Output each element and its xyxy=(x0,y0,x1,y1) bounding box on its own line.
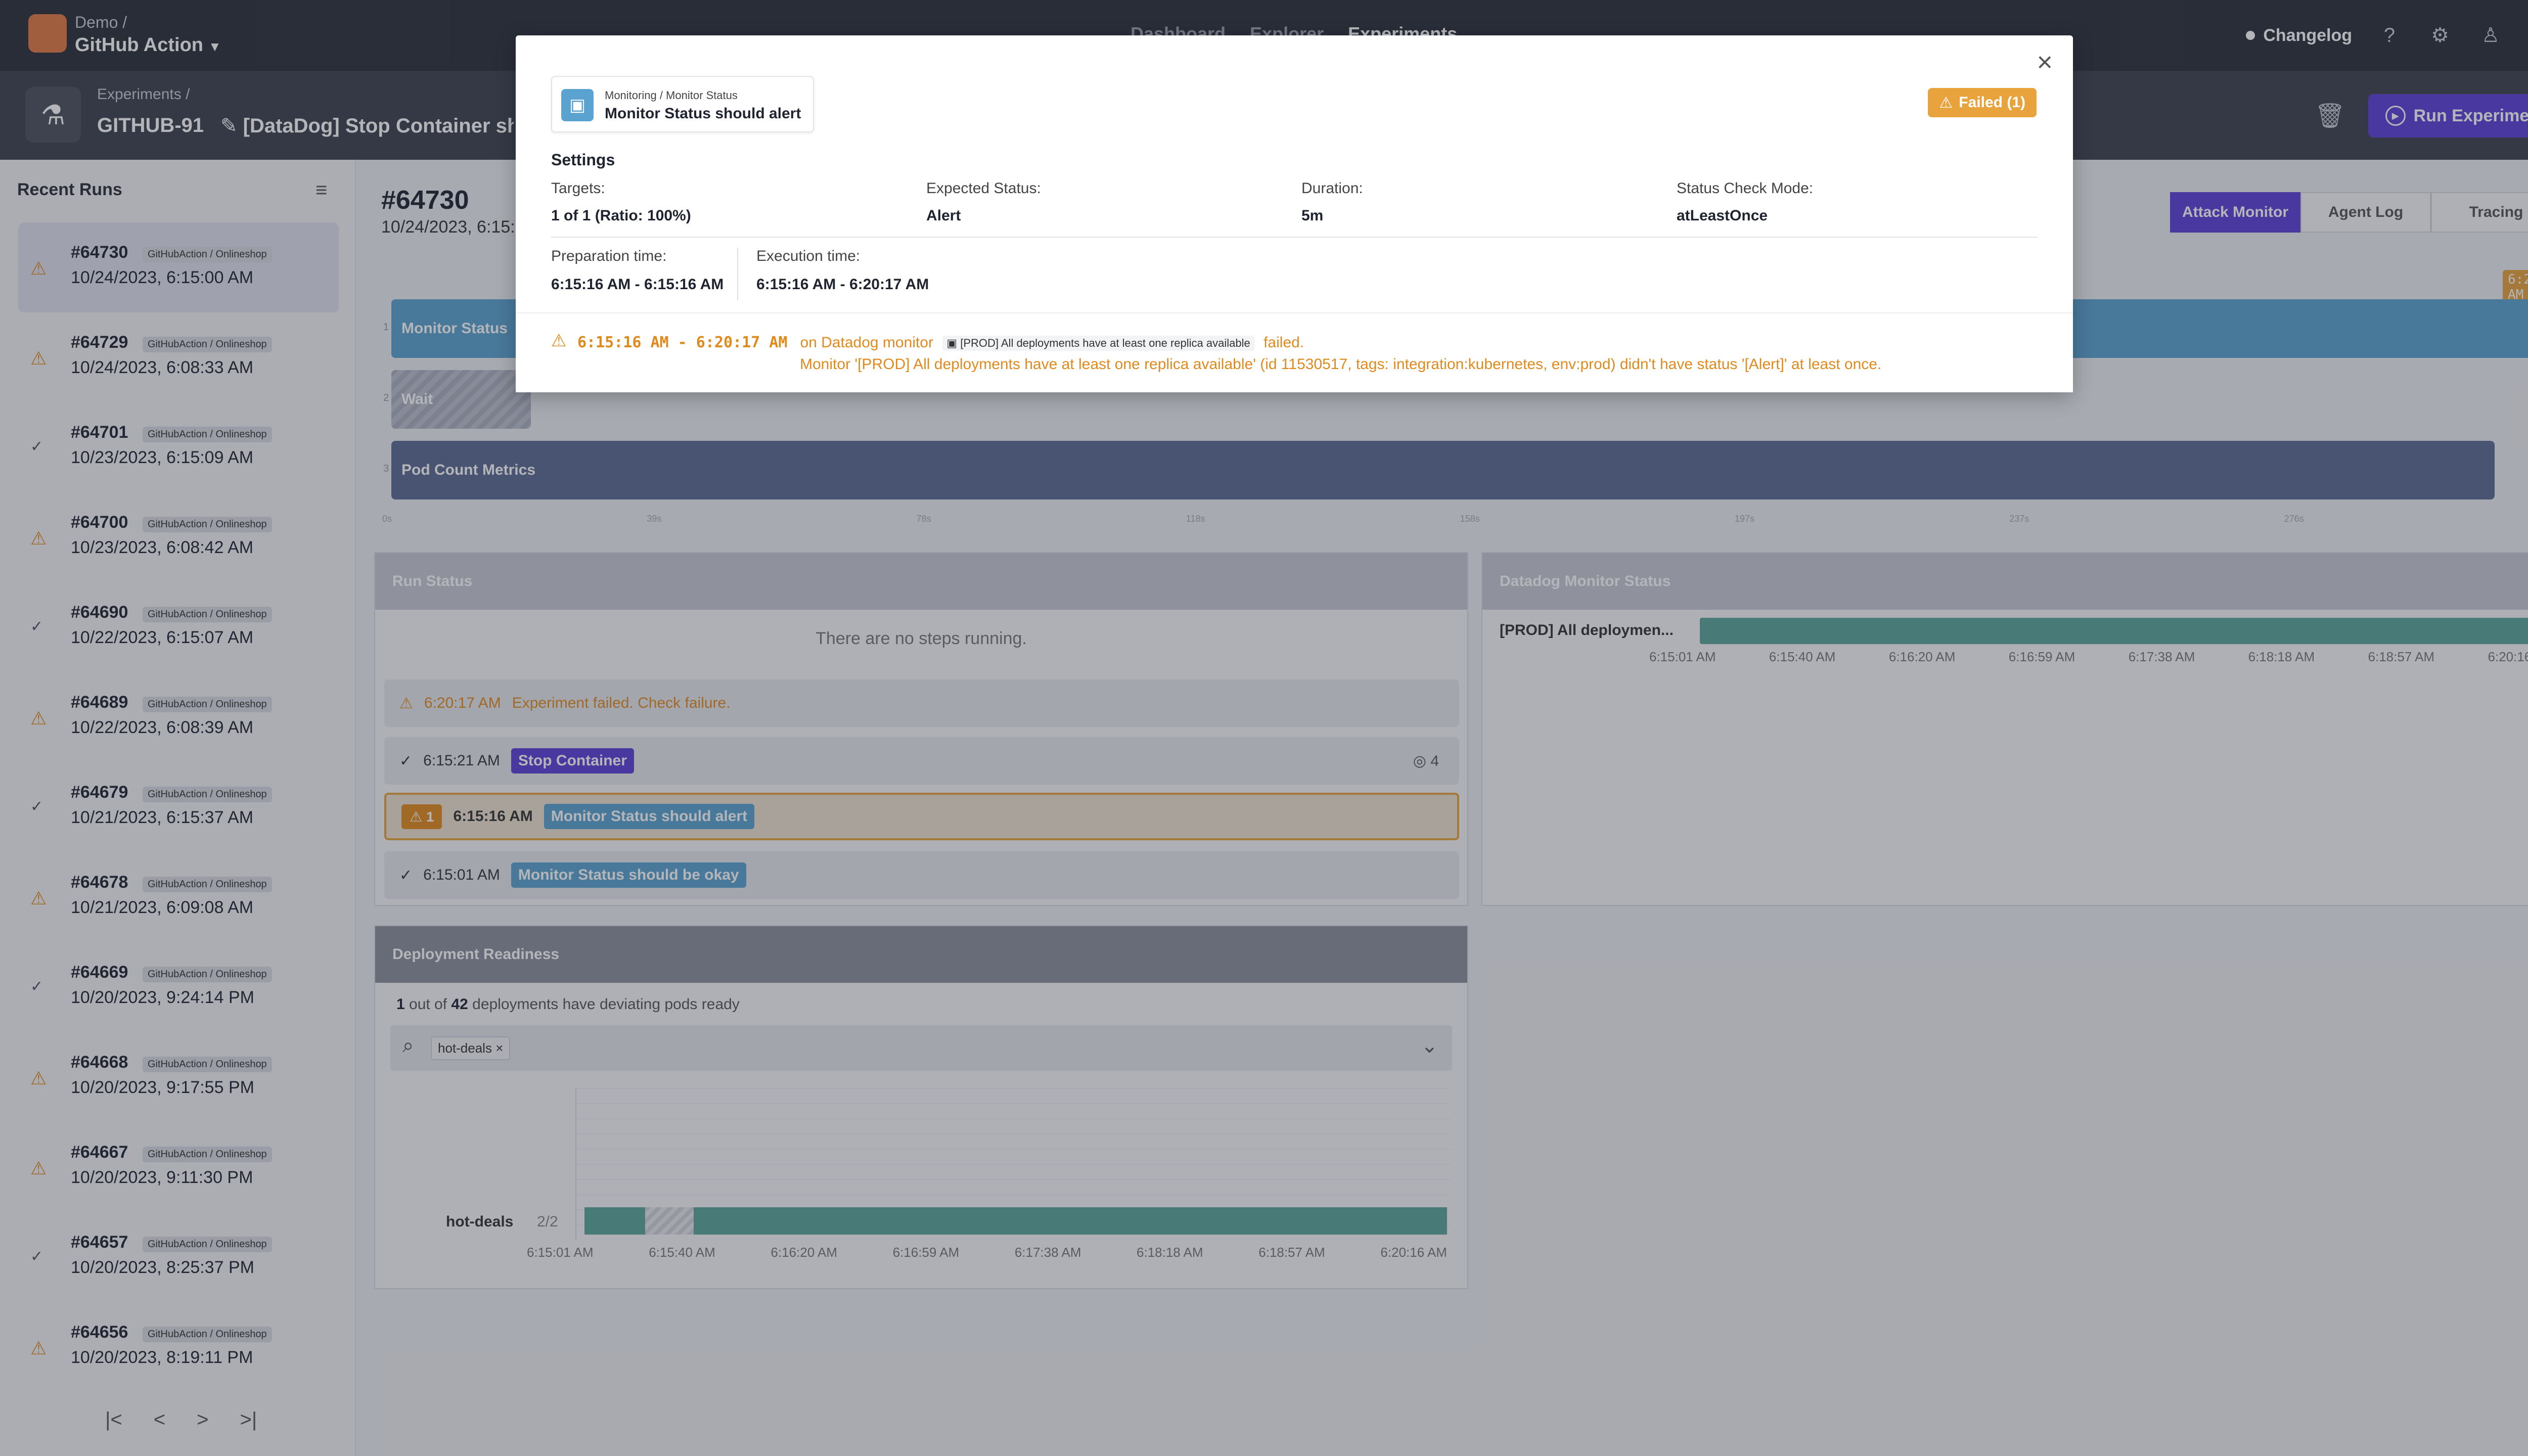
failure-summary: 6:15:16 AM - 6:20:17 AM on Datadog monit… xyxy=(577,334,1304,351)
check-path: Monitoring / Monitor Status xyxy=(605,89,738,102)
setting-status-check-mode: Status Check Mode: atLeastOnce xyxy=(1677,180,1813,224)
divider xyxy=(737,248,738,300)
settings-title: Settings xyxy=(551,151,615,169)
setting-expected-status: Expected Status: Alert xyxy=(926,180,1041,224)
failure-post: failed. xyxy=(1263,334,1304,351)
close-icon[interactable]: × xyxy=(2037,47,2053,78)
monitor-icon: ▣ xyxy=(561,89,594,121)
failure-message-box: ⚠ 6:15:16 AM - 6:20:17 AM on Datadog mon… xyxy=(516,312,2073,392)
warning-icon: ⚠ xyxy=(1939,94,1953,111)
failure-detail: Monitor '[PROD] All deployments have at … xyxy=(800,356,1882,373)
setting-value: 1 of 1 (Ratio: 100%) xyxy=(551,207,691,224)
setting-key: Targets: xyxy=(551,180,605,197)
divider xyxy=(551,237,2038,238)
monitor-chip-label: [PROD] All deployments have at least one… xyxy=(960,337,1250,350)
check-card: ▣ Monitoring / Monitor Status Monitor St… xyxy=(551,76,814,132)
warning-icon: ⚠ xyxy=(551,331,567,350)
setting-key: Status Check Mode: xyxy=(1677,180,1814,197)
execution-time: Execution time: 6:15:16 AM - 6:20:17 AM xyxy=(756,248,929,293)
setting-value: Alert xyxy=(926,207,961,224)
setting-key: Duration: xyxy=(1301,180,1363,197)
failure-time-range: 6:15:16 AM - 6:20:17 AM xyxy=(577,334,788,351)
execution-time-label: Execution time: xyxy=(756,248,861,264)
check-detail-modal: × ▣ Monitoring / Monitor Status Monitor … xyxy=(516,35,2073,392)
setting-duration: Duration: 5m xyxy=(1301,180,1363,224)
preparation-time-label: Preparation time: xyxy=(551,248,667,264)
failed-badge: ⚠ Failed (1) xyxy=(1928,88,2037,117)
setting-targets: Targets: 1 of 1 (Ratio: 100%) xyxy=(551,180,691,224)
preparation-time-value: 6:15:16 AM - 6:15:16 AM xyxy=(551,276,724,293)
preparation-time: Preparation time: 6:15:16 AM - 6:15:16 A… xyxy=(551,248,724,293)
failed-badge-label: Failed (1) xyxy=(1959,94,2025,111)
setting-value: atLeastOnce xyxy=(1677,207,1768,224)
monitor-chip[interactable]: ▣ [PROD] All deployments have at least o… xyxy=(942,336,1254,351)
check-name: Monitor Status should alert xyxy=(605,105,801,122)
failure-pre: on Datadog monitor xyxy=(800,334,933,351)
monitor-chip-icon: ▣ xyxy=(946,337,958,350)
setting-value: 5m xyxy=(1301,207,1324,224)
execution-time-value: 6:15:16 AM - 6:20:17 AM xyxy=(756,276,929,293)
setting-key: Expected Status: xyxy=(926,180,1041,197)
